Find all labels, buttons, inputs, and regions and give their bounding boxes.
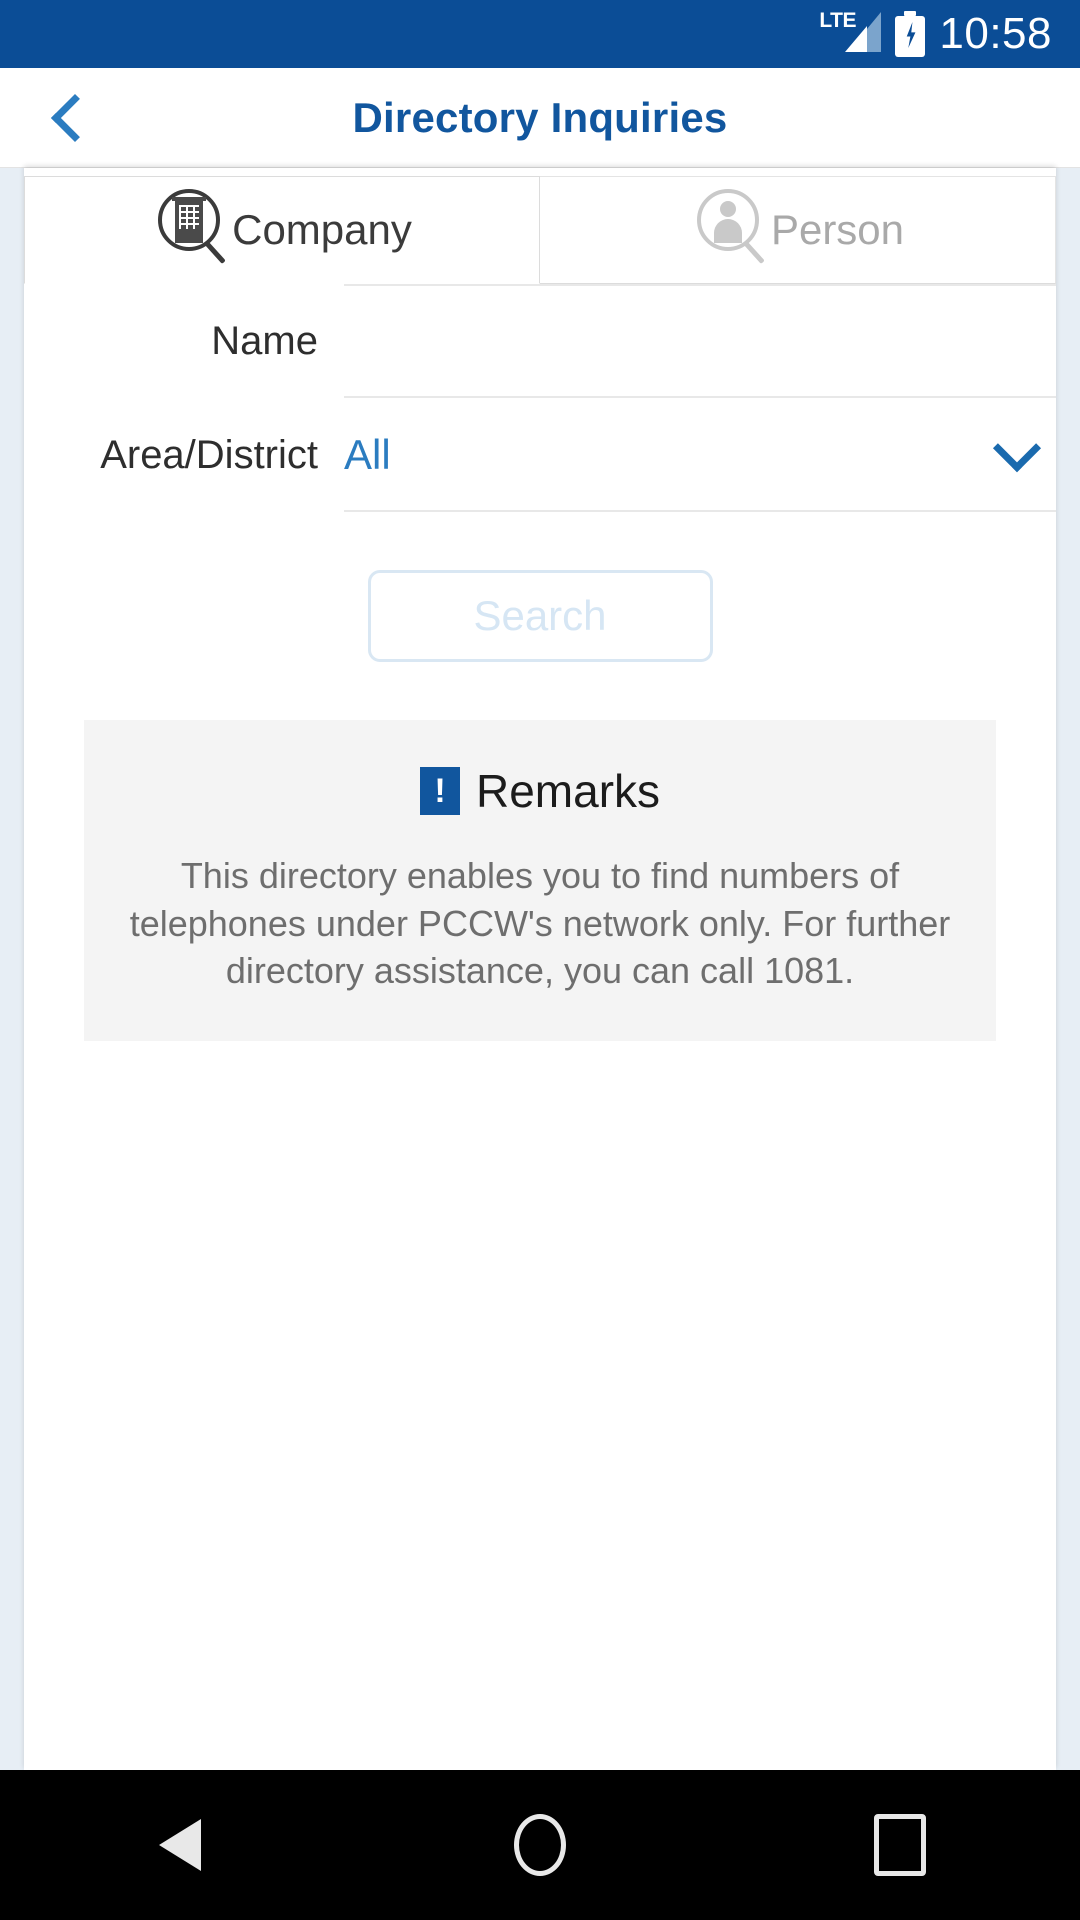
remarks-title: Remarks	[475, 765, 661, 817]
name-field-wrap	[344, 284, 1056, 398]
tab-person[interactable]: Person	[540, 176, 1056, 284]
area-district-label: Area/District	[100, 432, 318, 477]
name-label: Name	[211, 318, 318, 363]
search-button[interactable]: Search	[367, 570, 713, 662]
person-glyph	[713, 201, 743, 243]
phone-screen: LTE 10:58 Directory Inquiries Company Pe…	[0, 0, 1080, 1920]
page-body: Company Person Name Area/District All Se…	[0, 168, 1080, 1770]
exclamation-icon: !	[419, 767, 460, 815]
page-title: Directory Inquiries	[352, 93, 728, 141]
remarks-header: ! Remarks	[120, 764, 960, 818]
chevron-left-icon	[50, 93, 100, 143]
area-district-value: All	[344, 431, 391, 478]
area-district-select[interactable]: All	[344, 398, 1056, 512]
back-triangle-icon	[159, 1819, 201, 1871]
form-row-name: Name	[24, 284, 1056, 398]
nav-home-button[interactable]	[450, 1770, 630, 1920]
home-circle-icon	[514, 1814, 566, 1876]
remarks-panel: ! Remarks This directory enables you to …	[84, 720, 996, 1041]
divider-top	[344, 284, 1056, 286]
search-button-wrap: Search	[24, 570, 1056, 662]
signal-strength-icon: LTE	[819, 10, 882, 56]
status-bar: LTE 10:58	[0, 0, 1080, 68]
back-button[interactable]	[0, 68, 140, 168]
battery-charging-icon	[895, 11, 926, 57]
tab-person-label: Person	[770, 206, 905, 253]
nav-recents-button[interactable]	[810, 1770, 990, 1920]
tab-company-label: Company	[232, 206, 412, 253]
person-head	[719, 201, 736, 217]
magnifier-handle	[743, 241, 765, 264]
divider-bottom	[344, 510, 1056, 512]
person-search-icon	[691, 187, 769, 273]
recents-square-icon	[874, 1814, 926, 1876]
tab-company[interactable]: Company	[24, 176, 540, 284]
building-windows	[179, 205, 200, 229]
content-sheet: Company Person Name Area/District All Se…	[24, 168, 1056, 1770]
remarks-text: This directory enables you to find numbe…	[129, 855, 951, 992]
building-search-icon	[152, 187, 230, 273]
app-header: Directory Inquiries	[0, 68, 1080, 168]
sheet-top-spacer	[24, 168, 1056, 176]
tab-bar: Company Person	[24, 176, 1056, 284]
signal-bars-filled	[845, 26, 868, 52]
form-row-area-district: Area/District All	[24, 398, 1056, 512]
nav-back-button[interactable]	[90, 1770, 270, 1920]
clock-label: 10:58	[939, 9, 1052, 58]
search-form: Name Area/District All Search ! Remarks …	[24, 284, 1056, 1041]
magnifier-handle	[204, 241, 226, 264]
android-nav-bar	[0, 1770, 1080, 1920]
chevron-down-icon[interactable]	[992, 424, 1042, 473]
building-glyph	[172, 197, 207, 243]
person-body	[713, 219, 742, 243]
name-input[interactable]	[344, 318, 984, 364]
